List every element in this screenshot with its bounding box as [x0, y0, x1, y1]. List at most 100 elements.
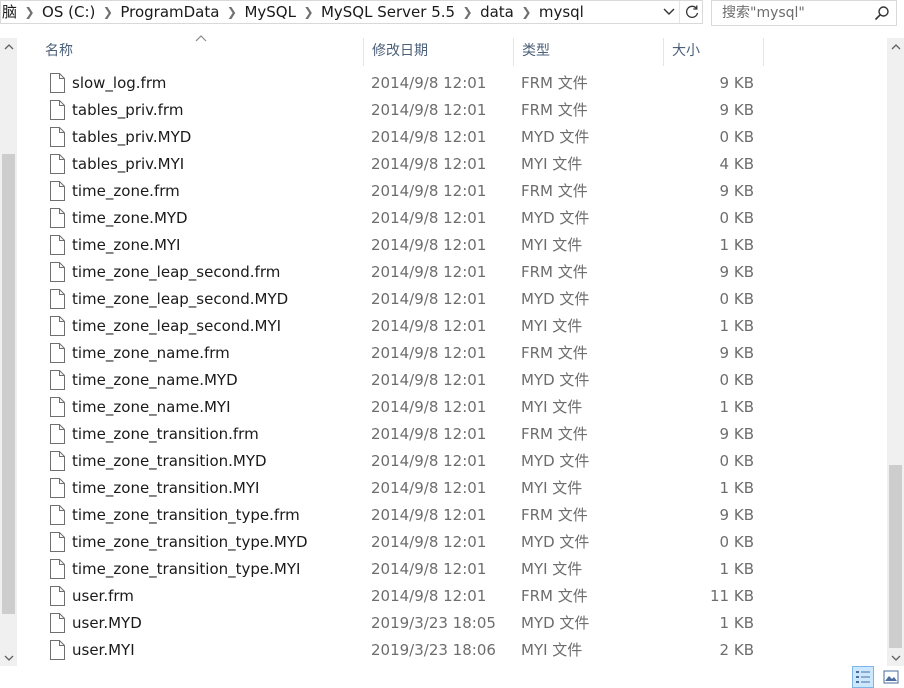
file-type: MYD 文件	[521, 452, 590, 470]
scroll-down-button[interactable]	[887, 649, 904, 666]
file-row[interactable]: tables_priv.MYI 2014/9/8 12:01 MYI 文件 4 …	[17, 151, 887, 178]
chevron-right-icon[interactable]: ❯	[520, 5, 533, 19]
chevron-right-icon[interactable]: ❯	[302, 5, 315, 19]
file-row[interactable]: time_zone_leap_second.MYI 2014/9/8 12:01…	[17, 313, 887, 340]
file-name[interactable]: time_zone_transition_type.frm	[72, 502, 300, 529]
breadcrumb-item-current[interactable]: mysql	[533, 1, 590, 23]
file-size: 9 KB	[719, 506, 754, 524]
breadcrumb-item-data[interactable]: data	[474, 1, 520, 23]
file-icon	[50, 316, 65, 336]
column-header-type[interactable]: 类型	[514, 38, 664, 66]
file-name[interactable]: user.MYI	[72, 637, 135, 664]
file-icon	[50, 532, 65, 552]
file-row[interactable]: time_zone_transition_type.MYI 2014/9/8 1…	[17, 556, 887, 583]
file-icon	[50, 559, 65, 579]
file-type: FRM 文件	[521, 74, 588, 92]
scroll-up-button[interactable]	[887, 38, 904, 55]
file-name[interactable]: time_zone_transition.MYD	[72, 448, 267, 475]
file-row[interactable]: tables_priv.MYD 2014/9/8 12:01 MYD 文件 0 …	[17, 124, 887, 151]
file-name[interactable]: time_zone_name.frm	[72, 340, 230, 367]
chevron-right-icon[interactable]: ❯	[101, 5, 114, 19]
file-name[interactable]: time_zone_leap_second.MYD	[72, 286, 288, 313]
file-row[interactable]: time_zone_name.MYD 2014/9/8 12:01 MYD 文件…	[17, 367, 887, 394]
file-name[interactable]: tables_priv.MYD	[72, 124, 191, 151]
file-name[interactable]: time_zone_transition.frm	[72, 421, 259, 448]
scroll-down-button[interactable]	[0, 649, 17, 666]
scrollbar-thumb[interactable]	[889, 465, 902, 648]
breadcrumb-item-os-drive[interactable]: OS (C:)	[36, 1, 101, 23]
scroll-up-button[interactable]	[0, 38, 17, 55]
file-type: MYD 文件	[521, 371, 590, 389]
column-header-name[interactable]: 名称	[37, 38, 364, 66]
file-name[interactable]: time_zone_transition.MYI	[72, 475, 259, 502]
left-scrollbar[interactable]	[0, 38, 17, 666]
file-list-scrollbar[interactable]	[887, 38, 904, 666]
column-header-size[interactable]: 大小	[664, 38, 764, 66]
file-type: FRM 文件	[521, 587, 588, 605]
breadcrumb-item-mysql-server[interactable]: MySQL Server 5.5	[315, 1, 461, 23]
file-name[interactable]: time_zone_transition_type.MYI	[72, 556, 300, 583]
file-name[interactable]: time_zone_name.MYD	[72, 367, 238, 394]
file-row[interactable]: time_zone.MYI 2014/9/8 12:01 MYI 文件 1 KB	[17, 232, 887, 259]
breadcrumb-item-computer[interactable]: 脑	[1, 1, 23, 23]
chevron-right-icon[interactable]: ❯	[225, 5, 238, 19]
file-row[interactable]: user.MYI 2019/3/23 18:06 MYI 文件 2 KB	[17, 637, 887, 664]
address-bar[interactable]: 脑 ❯ OS (C:) ❯ ProgramData ❯ MySQL ❯ MySQ…	[0, 0, 703, 24]
file-type: MYD 文件	[521, 614, 590, 632]
file-row[interactable]: time_zone.frm 2014/9/8 12:01 FRM 文件 9 KB	[17, 178, 887, 205]
large-icons-view-button[interactable]	[880, 666, 902, 688]
file-row[interactable]: time_zone_transition.MYD 2014/9/8 12:01 …	[17, 448, 887, 475]
file-name[interactable]: user.frm	[72, 583, 134, 610]
breadcrumb-item-programdata[interactable]: ProgramData	[114, 1, 225, 23]
file-row[interactable]: time_zone_transition_type.frm 2014/9/8 1…	[17, 502, 887, 529]
file-size: 1 KB	[719, 560, 754, 578]
file-name[interactable]: user.MYD	[72, 610, 142, 637]
file-icon	[50, 262, 65, 282]
file-name[interactable]: slow_log.frm	[72, 70, 166, 97]
file-row[interactable]: time_zone.MYD 2014/9/8 12:01 MYD 文件 0 KB	[17, 205, 887, 232]
search-icon[interactable]	[874, 5, 890, 21]
file-row[interactable]: user.MYD 2019/3/23 18:05 MYD 文件 1 KB	[17, 610, 887, 637]
file-row[interactable]: tables_priv.frm 2014/9/8 12:01 FRM 文件 9 …	[17, 97, 887, 124]
file-type: MYI 文件	[521, 560, 583, 578]
file-row[interactable]: time_zone_transition.MYI 2014/9/8 12:01 …	[17, 475, 887, 502]
file-type: FRM 文件	[521, 425, 588, 443]
column-header-date[interactable]: 修改日期	[364, 38, 514, 66]
file-row[interactable]: time_zone_leap_second.MYD 2014/9/8 12:01…	[17, 286, 887, 313]
file-row[interactable]: user.frm 2014/9/8 12:01 FRM 文件 11 KB	[17, 583, 887, 610]
file-name[interactable]: tables_priv.frm	[72, 97, 183, 124]
search-placeholder[interactable]: 搜索"mysql"	[722, 1, 805, 25]
file-row[interactable]: slow_log.frm 2014/9/8 12:01 FRM 文件 9 KB	[17, 70, 887, 97]
file-name[interactable]: time_zone_leap_second.MYI	[72, 313, 281, 340]
file-date-modified: 2014/9/8 12:01	[371, 533, 487, 551]
chevron-up-icon	[891, 43, 900, 49]
file-date-modified: 2014/9/8 12:01	[371, 74, 487, 92]
file-name[interactable]: time_zone_leap_second.frm	[72, 259, 280, 286]
file-icon	[50, 451, 65, 471]
file-row[interactable]: time_zone_leap_second.frm 2014/9/8 12:01…	[17, 259, 887, 286]
file-row[interactable]: time_zone_transition.frm 2014/9/8 12:01 …	[17, 421, 887, 448]
file-date-modified: 2019/3/23 18:05	[371, 614, 496, 632]
details-view-button[interactable]	[852, 666, 874, 688]
chevron-right-icon[interactable]: ❯	[23, 5, 36, 19]
file-row[interactable]: time_zone_name.MYI 2014/9/8 12:01 MYI 文件…	[17, 394, 887, 421]
chevron-up-icon	[4, 43, 13, 49]
search-box[interactable]: 搜索"mysql"	[711, 0, 897, 26]
address-history-button[interactable]	[659, 1, 679, 23]
refresh-button[interactable]	[679, 1, 704, 23]
file-type: MYD 文件	[521, 533, 590, 551]
breadcrumb-item-mysql[interactable]: MySQL	[238, 1, 302, 23]
file-size: 9 KB	[719, 182, 754, 200]
file-name[interactable]: time_zone.MYI	[72, 232, 180, 259]
file-size: 9 KB	[719, 74, 754, 92]
file-name[interactable]: time_zone.frm	[72, 178, 180, 205]
file-name[interactable]: time_zone_transition_type.MYD	[72, 529, 308, 556]
file-name[interactable]: tables_priv.MYI	[72, 151, 184, 178]
file-name[interactable]: time_zone_name.MYI	[72, 394, 231, 421]
file-type: MYI 文件	[521, 479, 583, 497]
file-row[interactable]: time_zone_name.frm 2014/9/8 12:01 FRM 文件…	[17, 340, 887, 367]
file-row[interactable]: time_zone_transition_type.MYD 2014/9/8 1…	[17, 529, 887, 556]
scrollbar-thumb[interactable]	[2, 154, 15, 614]
file-name[interactable]: time_zone.MYD	[72, 205, 188, 232]
chevron-right-icon[interactable]: ❯	[461, 5, 474, 19]
